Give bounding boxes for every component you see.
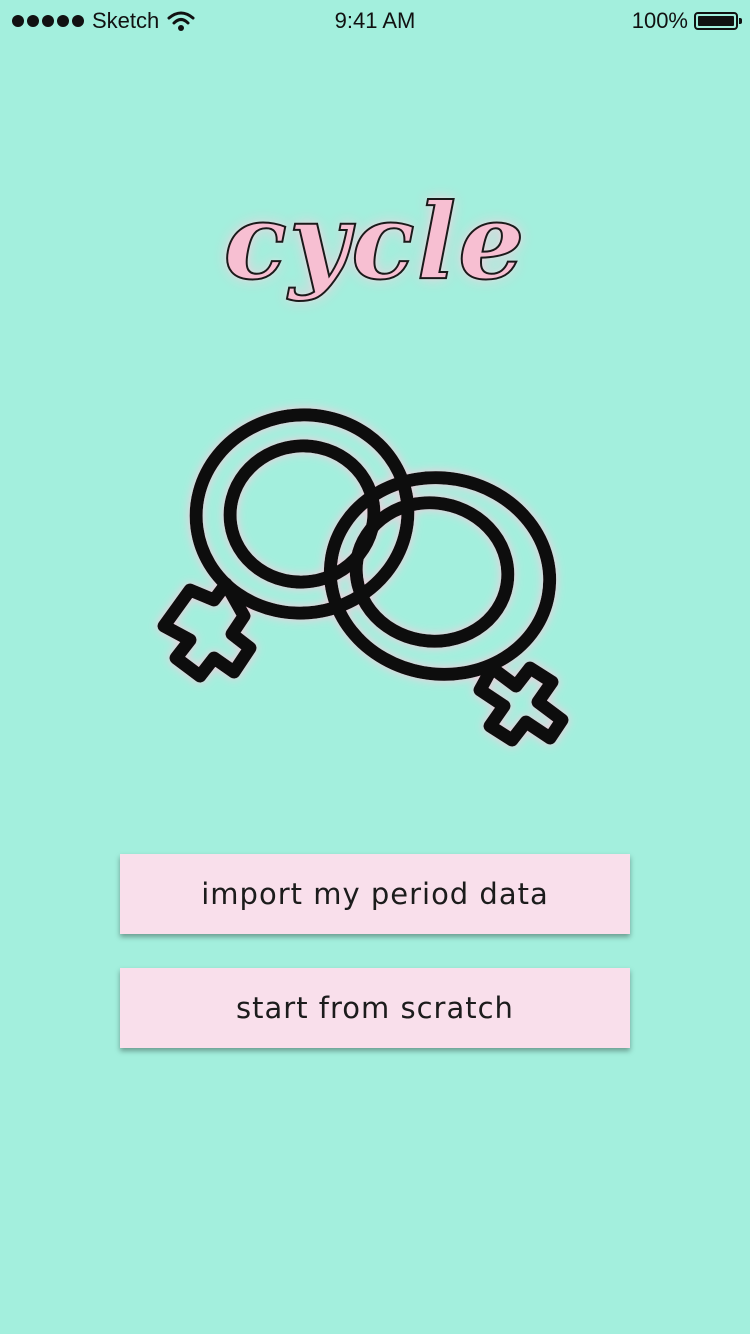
start-from-scratch-button[interactable]: start from scratch [120,968,630,1048]
interlocked-female-symbols-icon [157,408,569,747]
app-logo: cycle [223,179,527,304]
status-bar: Sketch 9:41 AM 100% [0,0,750,44]
import-period-data-button[interactable]: import my period data [120,854,630,934]
battery-percentage: 100% [631,8,688,33]
status-right: 100% [631,8,742,34]
battery-icon [694,12,742,30]
female-symbol-left [157,408,415,683]
